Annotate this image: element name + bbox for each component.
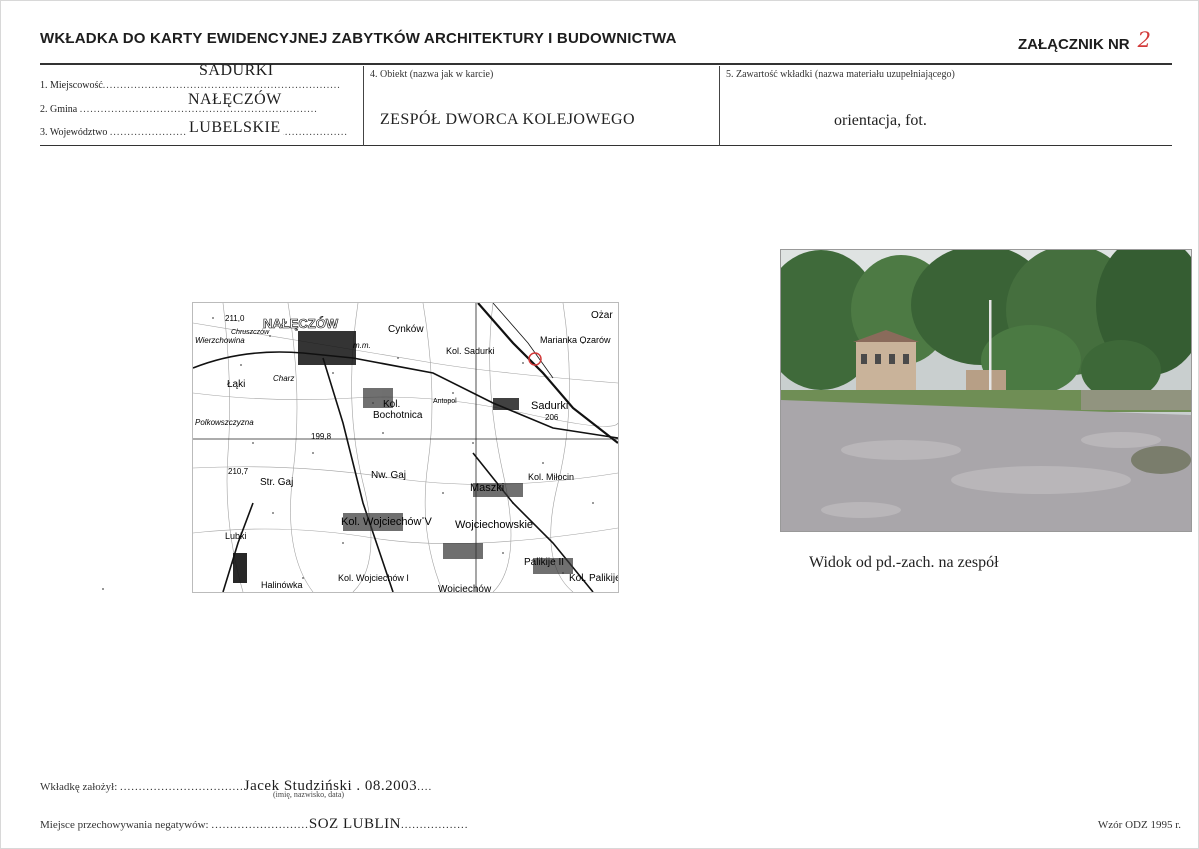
map-label: Charz (273, 374, 294, 383)
map-texture (193, 303, 618, 592)
map-label: Kol. (383, 399, 400, 410)
map-label: Kol. Miłocin (528, 472, 574, 482)
map-label: 211,0 (225, 314, 245, 323)
form-version: Wzór ODZ 1995 r. (1097, 819, 1181, 831)
map-label: Kol. Wojciechów V (341, 516, 433, 528)
map-dots (212, 317, 594, 579)
map-label: Polkowszczyzna (195, 418, 254, 427)
column-divider-1 (363, 66, 364, 146)
map-label: Palikije II (524, 557, 564, 568)
map-label: 199,8 (311, 432, 332, 441)
map-label: Wojciechów (438, 584, 492, 592)
dot-leader: .................. (400, 819, 469, 831)
map-label: Sadurki (531, 400, 568, 412)
lamp-post (989, 300, 992, 400)
locality-label: 1. Miejscowość (40, 80, 103, 91)
voivodeship-label: 3. Województwo (40, 127, 108, 138)
negatives-storage-row: Miejsce przechowywania negatywów: ......… (40, 816, 468, 833)
voivodeship-value: LUBELSKIE (187, 119, 283, 137)
created-by-row: Wkładkę założył: .......................… (40, 778, 432, 795)
scan-speck (102, 588, 104, 590)
map-label: Chruszczów (231, 329, 270, 336)
map-label: Ożar (591, 310, 613, 321)
map-label: Łąki (227, 379, 245, 390)
map-label: Antopol (433, 398, 457, 405)
object-value: ZESPÓŁ DWORCA KOLEJOWEGO (380, 111, 635, 128)
orientation-map: 211,0 NAŁĘCZÓW Chruszczów Wierzchowina C… (192, 302, 619, 593)
map-label: Marianka Ozarów (540, 335, 611, 345)
content-value: orientacja, fot. (834, 112, 927, 129)
dot-leader: ........................................… (102, 80, 341, 91)
created-by-label: Wkładkę założył: (40, 781, 118, 793)
map-label: Kol. Wojciechów I (338, 573, 409, 583)
map-label: Bochotnica (373, 410, 423, 421)
map-label: Wojciechowskie (455, 519, 533, 531)
annex-label: ZAŁĄCZNIK NR 2 (1017, 28, 1151, 54)
dot-leader: ................................. (120, 781, 244, 793)
negatives-storage-value: SOZ LUBLIN (308, 816, 401, 832)
locality-value: SADURKI (199, 62, 274, 79)
map-label: Kol. Palikije (569, 573, 618, 584)
negatives-storage-label: Miejsce przechowywania negatywów: (40, 819, 209, 831)
commune-label: 2. Gmina (40, 104, 78, 115)
map-label: Str. Gaj (260, 477, 293, 488)
map-label: Lubki (225, 531, 247, 541)
annex-label-text: ZAŁĄCZNIK NR (1017, 36, 1130, 53)
map-grid (193, 303, 618, 592)
map-label: 206 (545, 413, 559, 422)
railway-line (477, 303, 618, 444)
map-label: 210,7 (228, 467, 249, 476)
form-title: WKŁADKA DO KARTY EWIDENCYJNEJ ZABYTKÓW A… (40, 30, 677, 47)
map-label: Maszki (470, 482, 504, 494)
map-label: Nw. Gaj (371, 470, 406, 481)
content-label: 5. Zawartość wkładki (nazwa materiału uz… (726, 69, 955, 80)
station-photo (780, 249, 1192, 532)
map-label: Halinówka (261, 580, 303, 590)
map-label: NAŁĘCZÓW (263, 316, 339, 331)
fence (1081, 390, 1191, 410)
puddle (1131, 446, 1191, 474)
commune-value: NAŁĘCZÓW (188, 91, 282, 108)
dot-leader: .... (417, 781, 433, 793)
object-label: 4. Obiekt (nazwa jak w karcie) (370, 69, 494, 80)
map-label: Cynków (388, 324, 424, 335)
created-by-hint: (imię, nazwisko, data) (273, 790, 345, 799)
column-divider-2 (719, 66, 720, 146)
map-label: Wierzchowina (195, 336, 245, 345)
header-bottom-rule (40, 145, 1172, 146)
dot-leader: .......................... (211, 819, 309, 831)
map-label: Kol. Sadurki (446, 346, 495, 356)
map-label: m.m. (353, 341, 371, 350)
annex-number: 2 (1137, 28, 1151, 52)
photo-caption: Widok od pd.-zach. na zespół (809, 554, 999, 571)
